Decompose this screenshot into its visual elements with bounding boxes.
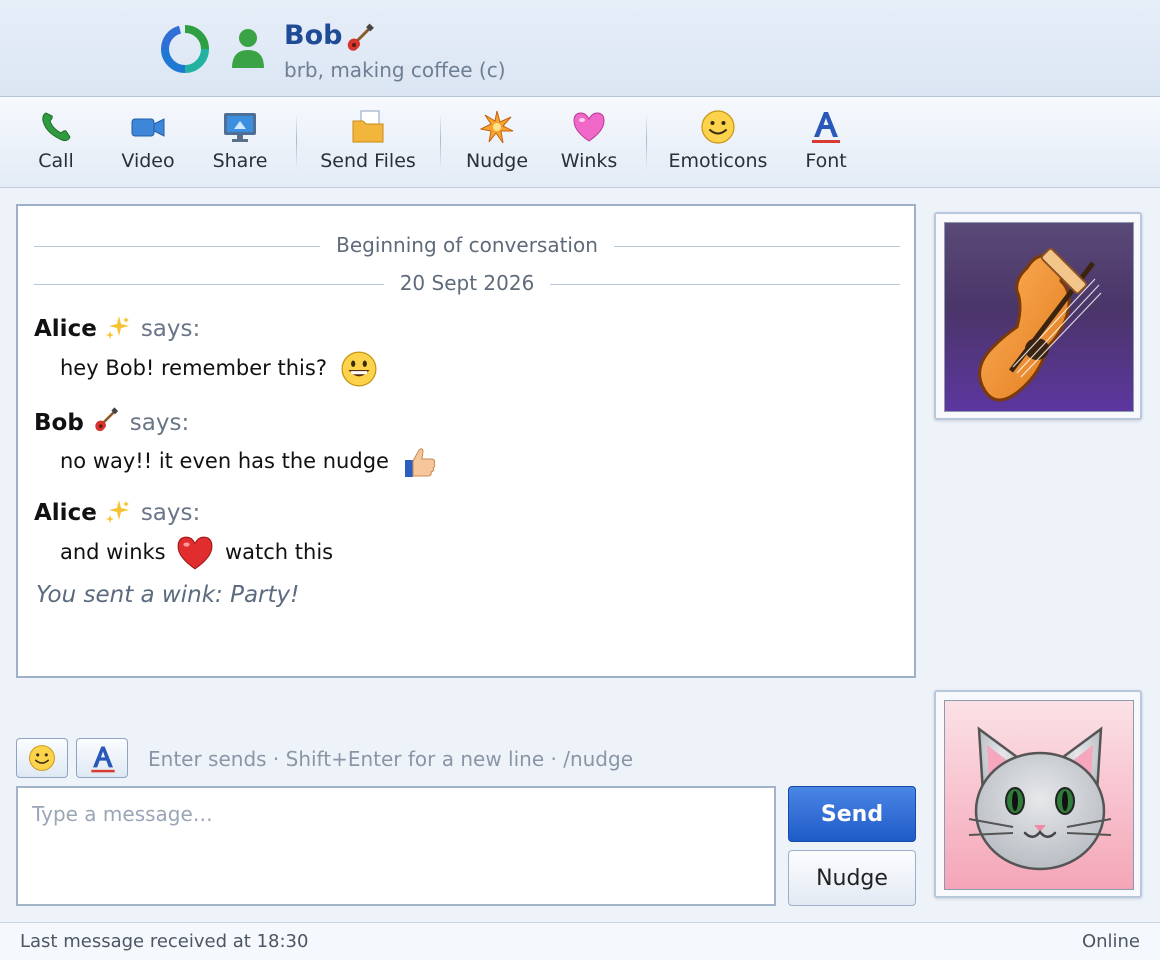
nudge-toolbar-label: Nudge: [465, 150, 529, 172]
send-button[interactable]: Send: [788, 786, 916, 842]
guitar-icon: [347, 23, 374, 51]
person-icon: [232, 29, 264, 68]
video-camera-icon: [131, 118, 165, 137]
says-label: says:: [129, 410, 190, 436]
heart-icon: [573, 112, 605, 142]
message-text: hey Bob! remember this?: [60, 350, 378, 388]
date-divider: 20 Sept 2026: [34, 271, 900, 297]
message-text: no way!! it even has the nudge: [60, 444, 438, 480]
heart-icon: [177, 536, 213, 570]
thumbs-up-icon: [404, 448, 435, 477]
sender-name: Alice: [34, 316, 97, 342]
folder-icon: [352, 110, 384, 143]
font-a-icon: [812, 112, 840, 143]
compose-hint: Enter sends · Shift+Enter for a new line…: [148, 747, 633, 771]
font-picker-button[interactable]: [76, 738, 128, 778]
sender-name: Alice: [34, 500, 97, 526]
winks-button[interactable]: Winks: [552, 97, 626, 187]
conversation-pane: Beginning of conversation 20 Sept 2026 A…: [16, 204, 916, 678]
smiley-icon: [701, 110, 735, 144]
nudge-toolbar-button[interactable]: Nudge: [460, 97, 534, 187]
cat-icon: [945, 701, 1133, 889]
emoticons-button[interactable]: Emoticons: [664, 97, 772, 187]
message-header: Bob says:: [34, 406, 189, 436]
my-avatar-image: [944, 700, 1134, 890]
toolbar-separator: [440, 113, 441, 169]
message-header: Alice says:: [34, 314, 200, 342]
says-label: says:: [140, 316, 201, 342]
message-input[interactable]: [16, 786, 776, 906]
share-label: Share: [212, 150, 268, 172]
contact-header: Bob brb, making coffee (c): [0, 0, 1160, 97]
toolbar-separator: [646, 113, 647, 169]
status-bar: Last message received at 18:30 Online: [0, 922, 1160, 960]
monitor-icon: [224, 113, 256, 142]
send-files-label: Send Files: [320, 150, 416, 172]
grin-icon: [341, 351, 377, 387]
font-a-icon: [91, 746, 115, 773]
video-button[interactable]: Video: [112, 97, 184, 187]
nudge-star-icon: [479, 110, 514, 144]
toolbar: Call Video Share Send Files Nudge Winks …: [0, 97, 1160, 188]
message-text: and winks watch this: [60, 534, 333, 572]
phone-icon: [42, 112, 71, 142]
winks-label: Winks: [560, 150, 618, 172]
conversation-start-divider: Beginning of conversation: [34, 233, 900, 259]
contact-status: brb, making coffee (c): [284, 58, 506, 82]
guitar-icon: [945, 223, 1133, 411]
guitar-icon: [95, 407, 118, 432]
call-label: Call: [38, 150, 74, 172]
font-label: Font: [805, 150, 847, 172]
presence-status: Online: [1081, 931, 1140, 952]
nudge-button[interactable]: Nudge: [788, 850, 916, 906]
contact-name: Bob: [284, 20, 343, 51]
font-button[interactable]: Font: [792, 97, 860, 187]
message-header: Alice says:: [34, 498, 200, 526]
message-body-after: watch this: [224, 540, 334, 564]
emoticon-picker-button[interactable]: [16, 738, 68, 778]
contact-avatar-image: [944, 222, 1134, 412]
ring-icon: [160, 25, 209, 73]
emoticons-label: Emoticons: [668, 150, 768, 172]
date-label: 20 Sept 2026: [383, 271, 551, 295]
video-label: Video: [121, 150, 175, 172]
message-body: no way!! it even has the nudge: [60, 449, 389, 473]
message-body-before: and winks: [60, 540, 166, 564]
last-message-status: Last message received at 18:30: [20, 931, 309, 952]
contact-avatar[interactable]: [934, 212, 1142, 420]
wink-note: You sent a wink: Party!: [36, 582, 300, 608]
sparkles-icon: [105, 500, 129, 523]
sparkles-icon: [105, 316, 129, 339]
share-button[interactable]: Share: [204, 97, 276, 187]
call-button[interactable]: Call: [20, 97, 92, 187]
message-body: hey Bob! remember this?: [60, 356, 327, 380]
my-avatar[interactable]: [934, 690, 1142, 898]
smiley-icon: [29, 745, 55, 771]
conversation-start-label: Beginning of conversation: [320, 233, 614, 257]
sender-name: Bob: [34, 410, 84, 436]
send-files-button[interactable]: Send Files: [316, 97, 420, 187]
toolbar-separator: [296, 113, 297, 169]
says-label: says:: [140, 500, 201, 526]
